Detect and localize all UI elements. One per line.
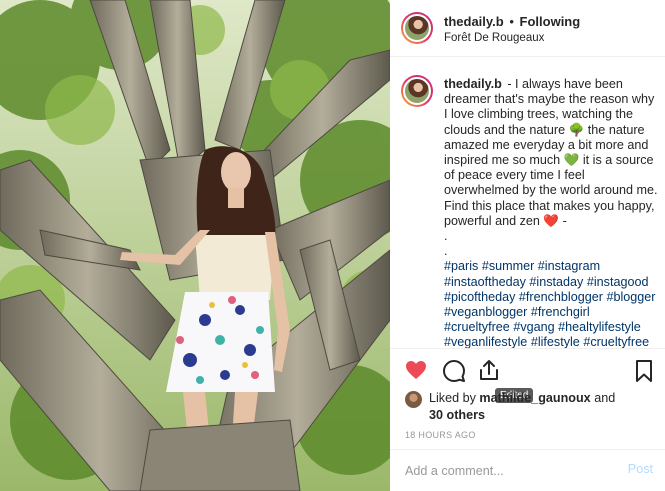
hashtag-link[interactable]: #instagram <box>538 259 600 273</box>
hashtag-link[interactable]: #picoftheday <box>444 290 515 304</box>
author-username[interactable]: thedaily.b <box>444 14 504 29</box>
comment-box: Post <box>390 449 665 491</box>
hashtag-link[interactable]: #frenchgirl <box>531 305 590 319</box>
caption-avatar[interactable] <box>401 75 433 107</box>
hashtag-link[interactable]: #crueltyfree <box>444 320 510 334</box>
comment-bubble-icon[interactable] <box>442 359 466 383</box>
post-photo[interactable] <box>0 0 390 491</box>
hashtag-link[interactable]: #blogger <box>606 290 655 304</box>
header-line: thedaily.b • Following <box>444 14 580 29</box>
liker-avatar[interactable] <box>405 391 422 408</box>
hashtag-link[interactable]: #instagood <box>587 275 649 289</box>
hashtag-link[interactable]: #instaoftheday <box>444 275 526 289</box>
following-button[interactable]: Following <box>520 14 581 29</box>
hashtag-list: #paris #summer #instagram #instaoftheday… <box>444 259 658 350</box>
post-side-panel: thedaily.b • Following Forêt De Rougeaux… <box>390 0 665 491</box>
comment-input[interactable] <box>405 461 605 481</box>
tree-photo-illustration <box>0 0 390 491</box>
liked-by-prefix: Liked by <box>429 391 476 405</box>
author-avatar[interactable] <box>401 12 433 44</box>
hashtag-link[interactable]: #healtylifestyle <box>558 320 641 334</box>
liker-username[interactable]: mathilde_gaunoux <box>479 391 590 405</box>
likes-conjunction: and <box>594 391 616 405</box>
separator-dot: • <box>509 14 514 29</box>
likes-text: Liked by mathilde_gaunoux and <box>429 390 629 407</box>
hashtag-link[interactable]: #veganblogger <box>444 305 527 319</box>
post-timestamp[interactable]: 18 HOURS AGO <box>405 430 476 440</box>
hashtag-link[interactable]: #frenchblogger <box>519 290 603 304</box>
caption-text: - I always have been dreamer that's mayb… <box>444 77 658 259</box>
share-upload-icon[interactable] <box>477 358 501 382</box>
hashtag-link[interactable]: #vgang <box>513 320 554 334</box>
caption: thedaily.b - I always have been dreamer … <box>444 77 658 351</box>
post-comment-button[interactable]: Post <box>628 462 653 476</box>
hashtag-link[interactable]: #summer <box>482 259 534 273</box>
hashtag-link[interactable]: #instaday <box>529 275 583 289</box>
heart-filled-icon[interactable] <box>404 358 428 382</box>
caption-username[interactable]: thedaily.b <box>444 77 502 91</box>
bookmark-icon[interactable] <box>632 359 656 383</box>
hashtag-link[interactable]: #paris <box>444 259 478 273</box>
location-link[interactable]: Forêt De Rougeaux <box>444 32 544 44</box>
others-likes-link[interactable]: 30 others <box>429 407 485 424</box>
post-header: thedaily.b • Following Forêt De Rougeaux <box>390 0 665 57</box>
caption-area: thedaily.b - I always have been dreamer … <box>390 58 665 403</box>
